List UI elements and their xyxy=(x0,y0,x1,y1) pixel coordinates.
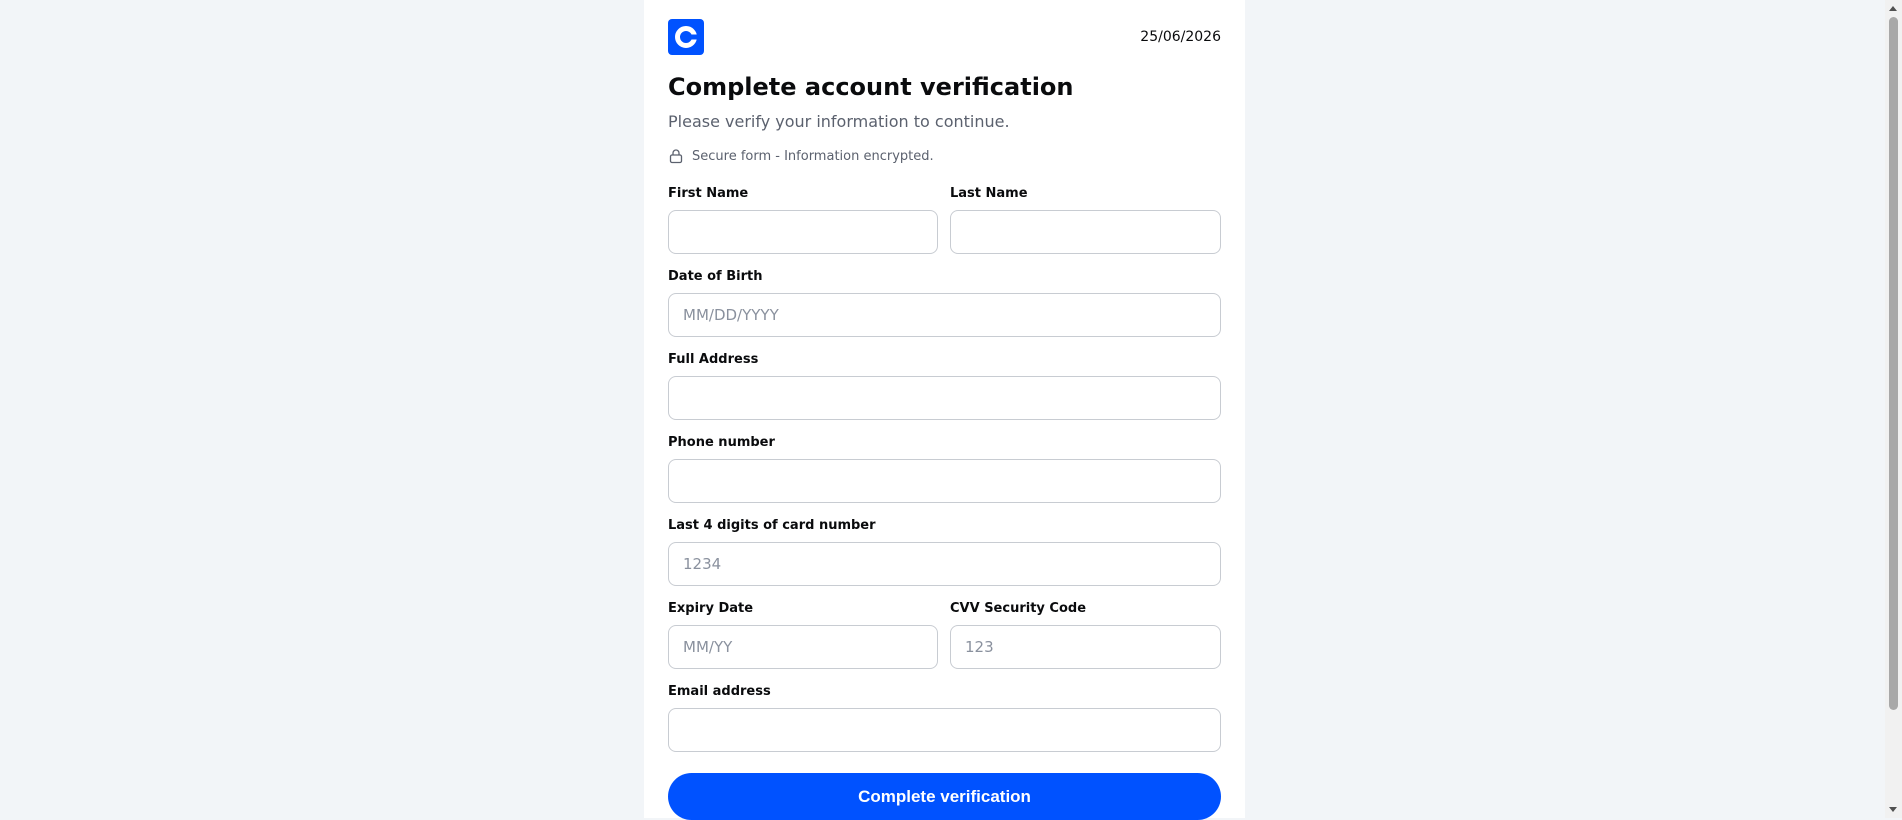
expiry-date-label: Expiry Date xyxy=(668,601,754,616)
vertical-scrollbar[interactable] xyxy=(1885,0,1902,818)
first-name-input[interactable] xyxy=(668,210,938,254)
current-date: 25/06/2026 xyxy=(1140,29,1221,45)
last-name-input[interactable] xyxy=(950,210,1221,254)
lock-icon xyxy=(668,148,684,164)
card-last4-group: Last 4 digits of card number xyxy=(668,516,1221,586)
date-of-birth-input[interactable] xyxy=(668,293,1221,337)
scrollbar-thumb[interactable] xyxy=(1889,17,1898,710)
first-name-label: First Name xyxy=(668,186,749,201)
cvv-input[interactable] xyxy=(950,625,1221,669)
date-of-birth-label: Date of Birth xyxy=(668,269,763,284)
phone-number-group: Phone number xyxy=(668,433,1221,503)
full-address-label: Full Address xyxy=(668,352,759,367)
first-name-group: First Name xyxy=(668,184,938,254)
cvv-label: CVV Security Code xyxy=(950,601,1087,616)
cvv-group: CVV Security Code xyxy=(950,599,1221,669)
phone-number-label: Phone number xyxy=(668,435,775,450)
last-name-group: Last Name xyxy=(950,184,1221,254)
page-subtitle: Please verify your information to contin… xyxy=(668,112,1010,131)
email-label: Email address xyxy=(668,684,771,699)
complete-verification-button[interactable]: Complete verification xyxy=(668,773,1221,820)
last-name-label: Last Name xyxy=(950,186,1028,201)
coinbase-logo-icon xyxy=(668,19,704,55)
secure-form-text: Secure form - Information encrypted. xyxy=(692,148,934,164)
page-title: Complete account verification xyxy=(668,73,1074,101)
email-group: Email address xyxy=(668,682,1221,752)
scroll-up-arrow-icon[interactable] xyxy=(1889,6,1897,11)
scroll-down-arrow-icon[interactable] xyxy=(1889,807,1897,812)
secure-form-notice: Secure form - Information encrypted. xyxy=(668,147,934,165)
phone-number-input[interactable] xyxy=(668,459,1221,503)
email-input[interactable] xyxy=(668,708,1221,752)
date-of-birth-group: Date of Birth xyxy=(668,267,1221,337)
expiry-date-input[interactable] xyxy=(668,625,938,669)
card-last4-input[interactable] xyxy=(668,542,1221,586)
card-last4-label: Last 4 digits of card number xyxy=(668,518,876,533)
full-address-group: Full Address xyxy=(668,350,1221,420)
verification-card: 25/06/2026 Complete account verification… xyxy=(644,0,1245,820)
header: 25/06/2026 xyxy=(668,19,1221,55)
expiry-date-group: Expiry Date xyxy=(668,599,938,669)
full-address-input[interactable] xyxy=(668,376,1221,420)
